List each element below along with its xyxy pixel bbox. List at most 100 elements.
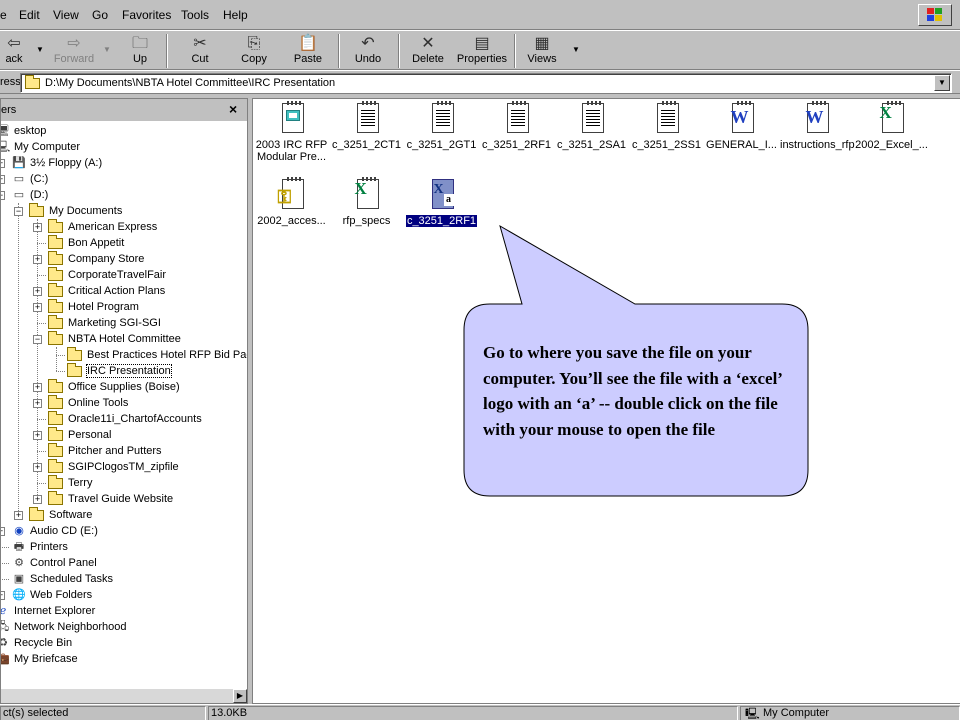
tree-item[interactable]: 🖶 Printers	[11, 539, 68, 555]
expand-icon[interactable]: +	[33, 463, 42, 472]
expand-icon[interactable]: +	[33, 303, 42, 312]
tree-item[interactable]: Critical Action Plans	[48, 282, 165, 299]
forward-button[interactable]: ⇨ Forward	[50, 34, 98, 68]
horizontal-scrollbar[interactable]: ▶	[1, 689, 247, 703]
paste-button[interactable]: 📋 Paste	[288, 34, 328, 68]
toolbar: ⇦ ack ▼ ⇨ Forward ▼ 🗀 Up ✂ Cut ⎘ Copy 📋 …	[0, 30, 960, 70]
properties-button[interactable]: ▤ Properties	[454, 34, 510, 68]
tree-item[interactable]: 🖧Network Neighborhood	[1, 619, 127, 635]
forward-dropdown-icon[interactable]: ▼	[103, 45, 111, 54]
menu-view[interactable]: View	[53, 8, 79, 22]
tree-item[interactable]: IRC Presentation	[67, 362, 172, 379]
tree-item[interactable]: ▭ (C:)	[11, 171, 49, 187]
tree-item[interactable]: 💼My Briefcase	[1, 651, 78, 667]
file-item[interactable]: X 2002_Excel_...	[854, 101, 929, 151]
tree-item[interactable]: SGIPClogosTM_zipfile	[48, 458, 179, 475]
file-item[interactable]: Winstructions_rfp	[779, 101, 855, 151]
back-button[interactable]: ⇦ ack	[0, 34, 28, 68]
menu-favorites[interactable]: Favorites	[122, 8, 171, 22]
tree-item[interactable]: Online Tools	[48, 394, 128, 411]
folder-icon	[48, 442, 63, 457]
collapse-icon[interactable]: −	[14, 207, 23, 216]
expand-icon[interactable]: +	[33, 255, 42, 264]
expand-icon[interactable]: +	[33, 399, 42, 408]
expand-icon[interactable]: +	[14, 511, 23, 520]
tree-item[interactable]: Office Supplies (Boise)	[48, 378, 180, 395]
tree-item[interactable]: Hotel Program	[48, 298, 139, 315]
file-item[interactable]: ⚿ 2002_acces...	[254, 177, 329, 227]
tree-item[interactable]: 🖳My Computer	[1, 139, 80, 155]
tree-item[interactable]: ◉ Audio CD (E:)	[11, 523, 98, 539]
file-name: c_3251_2SA1	[556, 139, 627, 151]
file-name: 2003 IRC RFP Modular Pre...	[255, 139, 328, 163]
tree-item[interactable]: Oracle11i_ChartofAccounts	[48, 410, 202, 427]
collapse-icon[interactable]: −	[33, 335, 42, 344]
views-dropdown-icon[interactable]: ▼	[572, 45, 580, 54]
file-item[interactable]: c_3251_2SA1	[554, 101, 629, 151]
tree-item[interactable]: ▣ Scheduled Tasks	[11, 571, 113, 587]
expand-icon[interactable]: +	[1, 159, 5, 168]
address-input[interactable]: D:\My Documents\NBTA Hotel Committee\IRC…	[20, 73, 952, 93]
tree-item[interactable]: ⚙ Control Panel	[11, 555, 97, 571]
menu-go[interactable]: Go	[92, 8, 108, 22]
expand-icon[interactable]: +	[33, 431, 42, 440]
file-item[interactable]: c_3251_2SS1	[629, 101, 704, 151]
computer-icon: 🖳	[1, 139, 11, 155]
tree-item[interactable]: Company Store	[48, 250, 144, 267]
back-dropdown-icon[interactable]: ▼	[36, 45, 44, 54]
tree-item[interactable]: 🌐 Web Folders	[11, 587, 92, 603]
file-item[interactable]: 2003 IRC RFP Modular Pre...	[254, 101, 329, 163]
close-icon[interactable]: ×	[229, 101, 237, 117]
expand-icon[interactable]: +	[33, 223, 42, 232]
internet-explorer-icon: ℯ	[1, 603, 11, 619]
expand-icon[interactable]: +	[33, 383, 42, 392]
menu-help[interactable]: Help	[223, 8, 248, 22]
views-button[interactable]: ▦ Views	[524, 34, 560, 68]
tree-item[interactable]: Software	[29, 506, 92, 523]
paste-label: Paste	[293, 53, 323, 65]
file-item[interactable]: c_3251_2GT1	[404, 101, 479, 151]
file-item[interactable]: Xrfp_specs	[329, 177, 404, 227]
desktop-icon: 🖥	[1, 123, 11, 139]
open-folder-icon	[67, 362, 82, 377]
tree-item-label: Network Neighborhood	[14, 621, 127, 633]
undo-button[interactable]: ↶ Undo	[350, 34, 386, 68]
file-item[interactable]: Xa c_3251_2RF1	[404, 179, 479, 228]
tree-item[interactable]: My Documents	[29, 202, 122, 219]
menu-edit[interactable]: Edit	[19, 8, 40, 22]
expand-icon[interactable]: +	[1, 175, 5, 184]
tree-item[interactable]: Bon Appetit	[48, 234, 124, 251]
expand-icon[interactable]: +	[33, 287, 42, 296]
tree-item[interactable]: ℯInternet Explorer	[1, 603, 95, 619]
file-item[interactable]: c_3251_2CT1	[329, 101, 404, 151]
tree-item[interactable]: ♻Recycle Bin	[1, 635, 72, 651]
address-dropdown-icon[interactable]: ▼	[934, 75, 950, 91]
delete-button[interactable]: ✕ Delete	[408, 34, 448, 68]
tree-item[interactable]: Personal	[48, 426, 111, 443]
tree-item[interactable]: Terry	[48, 474, 92, 491]
text-doc-icon	[351, 101, 383, 135]
expand-icon[interactable]: +	[1, 527, 5, 536]
tree-item[interactable]: NBTA Hotel Committee	[48, 330, 181, 347]
file-item[interactable]: W GENERAL_I...	[704, 101, 779, 151]
tree-item-label: esktop	[14, 125, 47, 137]
tree-item[interactable]: American Express	[48, 218, 157, 235]
file-item[interactable]: c_3251_2RF1	[479, 101, 554, 151]
tree-item[interactable]: 💾 3½ Floppy (A:)	[11, 155, 102, 171]
tree-item[interactable]: Best Practices Hotel RFP Bid Pac	[67, 346, 247, 363]
tree-item[interactable]: ▭ (D:)	[11, 187, 49, 203]
expand-icon[interactable]: +	[1, 591, 5, 600]
up-button[interactable]: 🗀 Up	[122, 34, 158, 68]
menu-tools[interactable]: Tools	[181, 8, 209, 22]
collapse-icon[interactable]: −	[1, 191, 5, 200]
tree-item[interactable]: Travel Guide Website	[48, 490, 173, 507]
scroll-right-icon[interactable]: ▶	[233, 689, 247, 703]
tree-item[interactable]: Pitcher and Putters	[48, 442, 162, 459]
tree-item[interactable]: CorporateTravelFair	[48, 266, 166, 283]
copy-button[interactable]: ⎘ Copy	[236, 34, 272, 68]
expand-icon[interactable]: +	[33, 495, 42, 504]
menu-file[interactable]: e	[0, 8, 7, 22]
tree-item[interactable]: 🖥esktop	[1, 123, 46, 139]
tree-item[interactable]: Marketing SGI-SGI	[48, 314, 161, 331]
cut-button[interactable]: ✂ Cut	[182, 34, 218, 68]
